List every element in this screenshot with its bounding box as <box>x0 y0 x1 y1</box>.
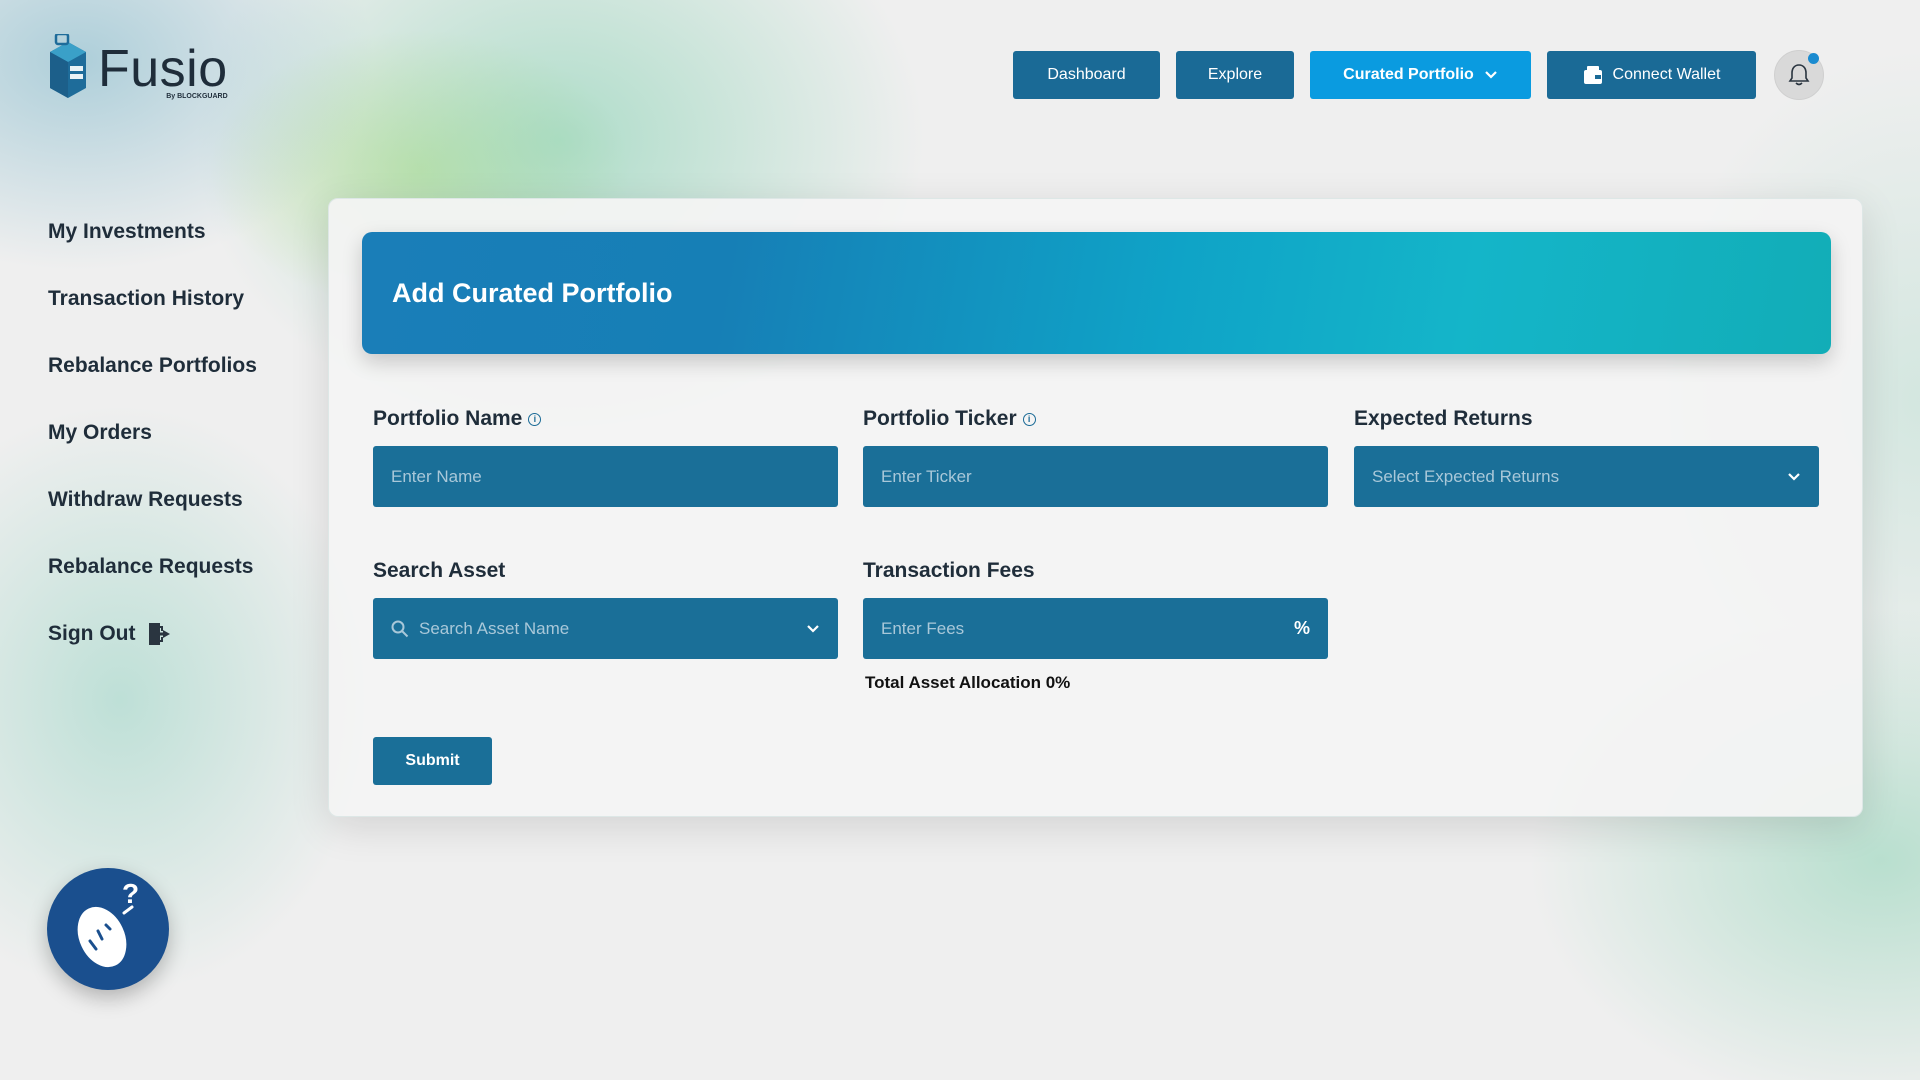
portfolio-name-input-box <box>373 446 838 507</box>
sidebar-item-my-orders[interactable]: My Orders <box>48 399 257 466</box>
transaction-fees-input[interactable] <box>881 618 1294 639</box>
expected-returns-placeholder: Select Expected Returns <box>1372 466 1560 486</box>
chevron-down-icon <box>1788 472 1800 481</box>
total-allocation: Total Asset Allocation 0% <box>865 673 1071 692</box>
connect-wallet-label: Connect Wallet <box>1612 66 1721 83</box>
portfolio-name-label-row: Portfolio Name i <box>373 404 838 434</box>
sidebar-item-label: My Investments <box>48 219 206 243</box>
expected-returns-select[interactable]: Select Expected Returns <box>1354 446 1819 507</box>
sidebar-item-label: Transaction History <box>48 286 245 310</box>
sidebar-item-label: My Orders <box>48 420 152 444</box>
search-asset-label-row: Search Asset <box>373 556 838 586</box>
chevron-down-icon <box>807 624 819 633</box>
sign-out-icon <box>148 622 170 645</box>
sidebar-item-rebalance-portfolios[interactable]: Rebalance Portfolios <box>48 332 257 399</box>
expected-returns-label-row: Expected Returns <box>1354 404 1819 434</box>
transaction-fees-field: Transaction Fees % <box>863 556 1328 659</box>
brand-subtitle: By BLOCKGUARD <box>166 93 228 100</box>
top-nav: Dashboard Explore Curated Portfolio Conn… <box>1013 50 1824 100</box>
search-icon <box>391 620 409 637</box>
connect-wallet-button[interactable]: Connect Wallet <box>1547 51 1756 99</box>
portfolio-ticker-label: Portfolio Ticker <box>863 407 1017 430</box>
logo-icon <box>50 34 86 98</box>
notification-dot <box>1808 53 1819 64</box>
sidebar-item-transaction-history[interactable]: Transaction History <box>48 265 257 332</box>
add-portfolio-card: Add Curated Portfolio Portfolio Name i P… <box>328 198 1863 817</box>
transaction-fees-label-row: Transaction Fees <box>863 556 1328 586</box>
info-icon[interactable]: i <box>528 412 542 426</box>
chevron-down-icon <box>1485 71 1497 79</box>
brand-name: Fusio <box>98 40 228 98</box>
portfolio-ticker-label-row: Portfolio Ticker i <box>863 404 1328 434</box>
expected-returns-field: Expected Returns Select Expected Returns <box>1354 404 1819 507</box>
sidebar: My Investments Transaction History Rebal… <box>48 198 257 667</box>
search-asset-placeholder: Search Asset Name <box>419 618 570 638</box>
sidebar-item-label: Withdraw Requests <box>48 487 243 511</box>
search-asset-label: Search Asset <box>373 559 506 582</box>
help-button[interactable]: ? <box>47 868 169 990</box>
transaction-fees-label: Transaction Fees <box>863 559 1035 582</box>
sidebar-item-label: Sign Out <box>48 621 136 645</box>
curated-portfolio-label: Curated Portfolio <box>1343 66 1474 83</box>
search-asset-select[interactable]: Search Asset Name <box>373 598 838 659</box>
curated-portfolio-button[interactable]: Curated Portfolio <box>1310 51 1531 99</box>
portfolio-name-input[interactable] <box>391 466 820 487</box>
page-title: Add Curated Portfolio <box>392 277 673 308</box>
portfolio-ticker-field: Portfolio Ticker i <box>863 404 1328 507</box>
portfolio-ticker-input-box <box>863 446 1328 507</box>
bell-icon <box>1788 64 1810 86</box>
card-header: Add Curated Portfolio <box>362 232 1831 354</box>
help-icon: ? <box>74 879 139 971</box>
sidebar-item-my-investments[interactable]: My Investments <box>48 198 257 265</box>
sidebar-item-rebalance-requests[interactable]: Rebalance Requests <box>48 533 257 600</box>
portfolio-name-field: Portfolio Name i <box>373 404 838 507</box>
logo[interactable]: Fusio By BLOCKGUARD <box>48 34 228 104</box>
dashboard-button[interactable]: Dashboard <box>1013 51 1160 99</box>
percent-unit: % <box>1293 618 1310 638</box>
wallet-icon <box>1583 66 1602 84</box>
portfolio-name-label: Portfolio Name <box>373 407 523 430</box>
submit-button[interactable]: Submit <box>373 737 492 785</box>
svg-text:?: ? <box>122 879 139 909</box>
info-icon[interactable]: i <box>1022 412 1036 426</box>
notifications-button[interactable] <box>1774 50 1824 100</box>
portfolio-ticker-input[interactable] <box>881 466 1310 487</box>
sidebar-item-sign-out[interactable]: Sign Out <box>48 600 257 667</box>
search-asset-field: Search Asset Search Asset Name <box>373 556 838 659</box>
sidebar-item-label: Rebalance Requests <box>48 554 254 578</box>
sidebar-item-label: Rebalance Portfolios <box>48 353 257 377</box>
sidebar-item-withdraw-requests[interactable]: Withdraw Requests <box>48 466 257 533</box>
expected-returns-label: Expected Returns <box>1354 407 1533 430</box>
explore-button[interactable]: Explore <box>1176 51 1294 99</box>
transaction-fees-input-box: % <box>863 598 1328 659</box>
